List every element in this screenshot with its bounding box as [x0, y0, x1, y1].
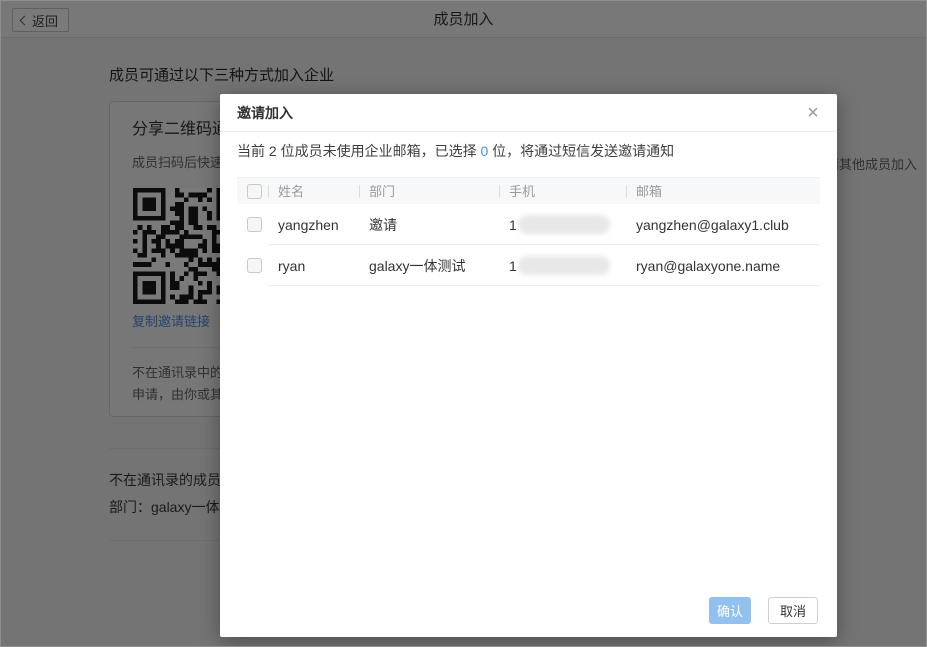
row-checkbox-cell [237, 217, 268, 232]
member-email: ryan@galaxyone.name [626, 258, 820, 274]
member-email: yangzhen@galaxy1.club [626, 217, 820, 233]
phone-digit: 1 [509, 258, 517, 274]
phone-redacted-blur [518, 215, 610, 234]
table-row: yangzhen 邀请 1 yangzhen@galaxy1.club [237, 204, 820, 245]
member-name: yangzhen [268, 217, 359, 233]
members-table: 姓名 部门 手机 邮箱 yangzhen 邀请 1 yangzhen@galax… [237, 177, 820, 286]
phone-digit: 1 [509, 217, 517, 233]
member-department: galaxy一体测试 [359, 256, 499, 276]
column-header-department: 部门 [359, 178, 499, 204]
column-header-phone: 手机 [499, 178, 626, 204]
row-checkbox[interactable] [247, 217, 262, 232]
notice-suffix: 位，将通过短信发送邀请通知 [488, 143, 674, 159]
notice-prefix: 当前 2 位成员未使用企业邮箱，已选择 [237, 143, 480, 159]
member-name: ryan [268, 258, 359, 274]
member-department: 邀请 [359, 215, 499, 235]
table-header-row: 姓名 部门 手机 邮箱 [237, 177, 820, 204]
close-icon[interactable]: × [800, 94, 826, 132]
app-window: 返回 成员加入 成员可通过以下三种方式加入企业 分享二维码通 成员扫码后快速加 … [0, 0, 927, 647]
member-phone: 1 [499, 256, 626, 275]
row-checkbox[interactable] [247, 258, 262, 273]
column-header-email: 邮箱 [626, 178, 820, 204]
header-checkbox-cell [237, 184, 268, 199]
confirm-button[interactable]: 确认 [709, 597, 751, 624]
member-phone: 1 [499, 215, 626, 234]
dialog-footer: 确认 取消 [709, 597, 818, 624]
row-checkbox-cell [237, 258, 268, 273]
cancel-button[interactable]: 取消 [768, 597, 818, 624]
dialog-title: 邀请加入 [237, 94, 293, 132]
column-header-name: 姓名 [268, 178, 359, 204]
dialog-notice: 当前 2 位成员未使用企业邮箱，已选择 0 位，将通过短信发送邀请通知 [237, 141, 674, 161]
invite-join-dialog: 邀请加入 × 当前 2 位成员未使用企业邮箱，已选择 0 位，将通过短信发送邀请… [220, 94, 837, 637]
phone-redacted-blur [518, 256, 610, 275]
table-row: ryan galaxy一体测试 1 ryan@galaxyone.name [237, 245, 820, 286]
dialog-header: 邀请加入 × [220, 94, 837, 132]
select-all-checkbox[interactable] [247, 184, 262, 199]
